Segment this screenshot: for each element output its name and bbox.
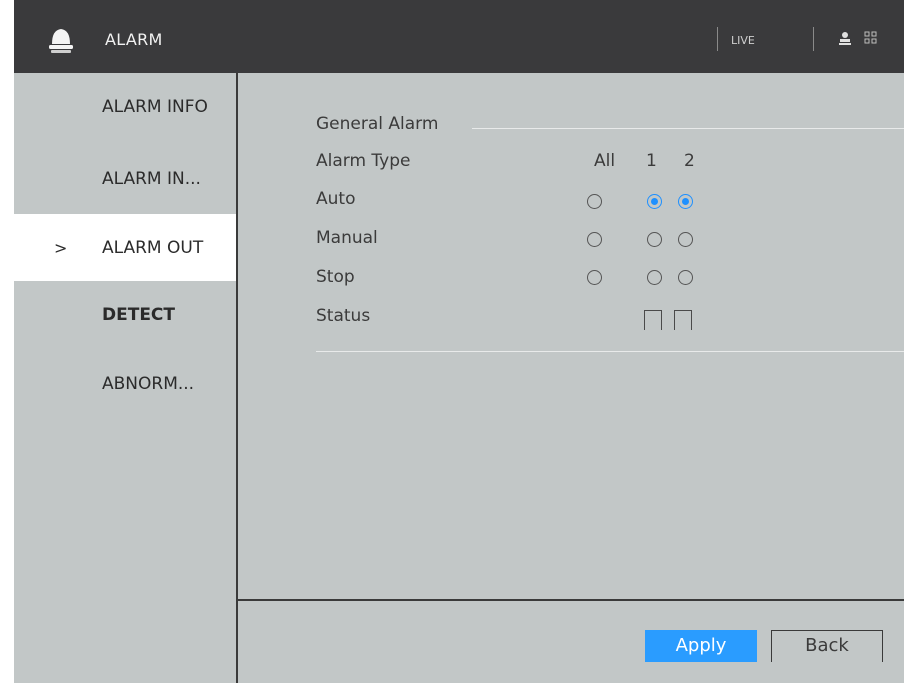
radio-stop-all[interactable] (587, 270, 602, 285)
section-end-divider (316, 351, 904, 352)
apply-button[interactable]: Apply (645, 630, 757, 662)
radio-manual-2[interactable] (678, 232, 693, 247)
column-header-2: 2 (684, 151, 695, 171)
row-label-status: Status (316, 306, 371, 326)
row-label-auto: Auto (316, 189, 356, 209)
grid-icon[interactable] (864, 30, 878, 46)
column-header-1: 1 (646, 151, 657, 171)
sidebar: ALARM INFO ALARM IN... > ALARM OUT DETEC… (14, 73, 236, 683)
sidebar-item-label: DETECT (102, 304, 176, 325)
radio-auto-2[interactable] (678, 194, 693, 209)
sidebar-item-alarm-out[interactable]: > ALARM OUT (14, 214, 236, 281)
header-divider (717, 27, 718, 51)
footer-divider (236, 599, 904, 601)
sidebar-item-detect[interactable]: DETECT (14, 281, 236, 348)
radio-stop-1[interactable] (647, 270, 662, 285)
user-icon[interactable] (839, 30, 851, 46)
app-window: ALARM LIVE ALARM INFO ALARM IN... > ALAR… (14, 0, 904, 683)
radio-stop-2[interactable] (678, 270, 693, 285)
header-divider (813, 27, 814, 51)
status-indicator-2 (674, 310, 692, 330)
sidebar-item-alarm-info[interactable]: ALARM INFO (14, 73, 236, 140)
sidebar-item-label: ALARM OUT (102, 237, 204, 258)
top-bar: ALARM LIVE (14, 0, 904, 73)
alarm-bell-icon (49, 29, 73, 53)
status-indicator-1 (644, 310, 662, 330)
page-title: ALARM (105, 30, 163, 49)
section-title: General Alarm (316, 114, 439, 134)
row-label-manual: Manual (316, 228, 378, 248)
radio-auto-all[interactable] (587, 194, 602, 209)
sidebar-item-abnormality[interactable]: ABNORM... (14, 350, 236, 417)
sidebar-item-label: ABNORM... (102, 373, 195, 394)
sidebar-divider (236, 73, 238, 683)
radio-manual-all[interactable] (587, 232, 602, 247)
row-label-stop: Stop (316, 267, 355, 287)
chevron-right-icon: > (54, 238, 68, 257)
alarm-type-label: Alarm Type (316, 151, 411, 171)
back-button[interactable]: Back (771, 630, 883, 662)
sidebar-item-alarm-in[interactable]: ALARM IN... (14, 145, 236, 212)
radio-manual-1[interactable] (647, 232, 662, 247)
column-header-all: All (594, 151, 616, 171)
radio-auto-1[interactable] (647, 194, 662, 209)
live-button[interactable]: LIVE (731, 34, 755, 47)
section-divider (472, 128, 904, 129)
sidebar-item-label: ALARM INFO (102, 96, 208, 117)
sidebar-item-label: ALARM IN... (102, 168, 201, 189)
